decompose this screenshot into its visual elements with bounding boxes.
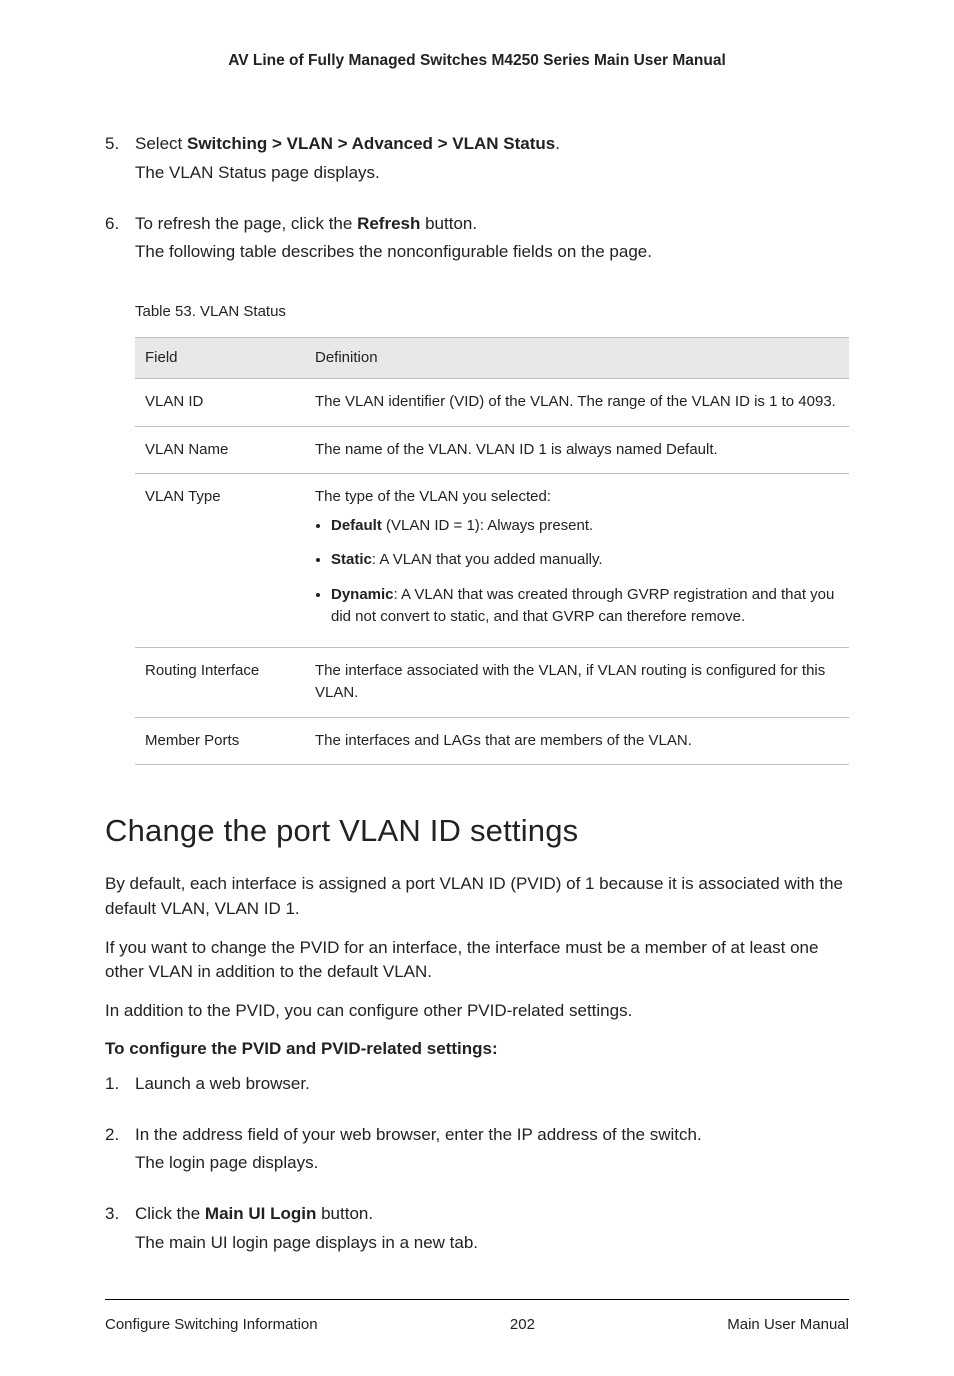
definition-cell: The name of the VLAN. VLAN ID 1 is alway…: [305, 426, 849, 474]
button-name: Main UI Login: [205, 1204, 316, 1223]
table-row: VLAN ID The VLAN identifier (VID) of the…: [135, 379, 849, 427]
definition-cell: The interface associated with the VLAN, …: [305, 647, 849, 717]
term: Default: [331, 517, 382, 534]
document-page: AV Line of Fully Managed Switches M4250 …: [0, 50, 954, 1336]
list-body: Click the Main UI Login button. The main…: [135, 1202, 849, 1255]
text: To refresh the page, click the: [135, 214, 357, 233]
text: : A VLAN that you added manually.: [372, 551, 603, 568]
list-body: To refresh the page, click the Refresh b…: [135, 212, 849, 265]
list-number: 1.: [105, 1072, 135, 1097]
text: button.: [420, 214, 477, 233]
bullet-item: Static: A VLAN that you added manually.: [331, 549, 839, 572]
definition-cell: The type of the VLAN you selected: Defau…: [305, 474, 849, 648]
text: .: [555, 134, 560, 153]
running-header: AV Line of Fully Managed Switches M4250 …: [105, 50, 849, 72]
page-footer: Configure Switching Information 202 Main…: [105, 1314, 849, 1336]
term: Static: [331, 551, 372, 568]
column-header-field: Field: [135, 337, 305, 379]
table-row: Routing Interface The interface associat…: [135, 647, 849, 717]
procedure-list: 1. Launch a web browser. 2. In the addre…: [105, 1072, 849, 1255]
bullet-item: Dynamic: A VLAN that was created through…: [331, 584, 839, 629]
table-caption: Table 53. VLAN Status: [135, 301, 849, 323]
procedure-lead-in: To configure the PVID and PVID-related s…: [105, 1037, 849, 1062]
list-item: 3. Click the Main UI Login button. The m…: [105, 1202, 849, 1255]
text: : A VLAN that was created through GVRP r…: [331, 586, 834, 626]
list-body: Launch a web browser.: [135, 1072, 849, 1097]
footer-left: Configure Switching Information: [105, 1314, 318, 1336]
field-cell: VLAN ID: [135, 379, 305, 427]
text: In the address field of your web browser…: [135, 1123, 849, 1148]
list-item: 1. Launch a web browser.: [105, 1072, 849, 1097]
table-row: Member Ports The interfaces and LAGs tha…: [135, 717, 849, 765]
field-cell: VLAN Type: [135, 474, 305, 648]
list-item: 6. To refresh the page, click the Refres…: [105, 212, 849, 265]
field-cell: VLAN Name: [135, 426, 305, 474]
footer-right: Main User Manual: [727, 1314, 849, 1336]
text: The following table describes the noncon…: [135, 240, 849, 265]
button-name: Refresh: [357, 214, 420, 233]
vlan-status-table: Field Definition VLAN ID The VLAN identi…: [135, 337, 849, 766]
list-item: 2. In the address field of your web brow…: [105, 1123, 849, 1176]
table-row: VLAN Name The name of the VLAN. VLAN ID …: [135, 426, 849, 474]
text: Click the: [135, 1204, 205, 1223]
footer-divider: [105, 1299, 849, 1300]
text: button.: [316, 1204, 373, 1223]
definition-cell: The interfaces and LAGs that are members…: [305, 717, 849, 765]
definition-cell: The VLAN identifier (VID) of the VLAN. T…: [305, 379, 849, 427]
list-number: 5.: [105, 132, 135, 185]
field-cell: Routing Interface: [135, 647, 305, 717]
table-header-row: Field Definition: [135, 337, 849, 379]
list-body: In the address field of your web browser…: [135, 1123, 849, 1176]
nav-path: Switching > VLAN > Advanced > VLAN Statu…: [187, 134, 555, 153]
text: (VLAN ID = 1): Always present.: [382, 517, 593, 534]
list-number: 2.: [105, 1123, 135, 1176]
table-row: VLAN Type The type of the VLAN you selec…: [135, 474, 849, 648]
column-header-definition: Definition: [305, 337, 849, 379]
paragraph: By default, each interface is assigned a…: [105, 872, 849, 921]
bullet-item: Default (VLAN ID = 1): Always present.: [331, 515, 839, 538]
list-item: 5. Select Switching > VLAN > Advanced > …: [105, 132, 849, 185]
text: Launch a web browser.: [135, 1072, 849, 1097]
paragraph: In addition to the PVID, you can configu…: [105, 999, 849, 1024]
page-number: 202: [510, 1314, 535, 1336]
text: The VLAN Status page displays.: [135, 161, 849, 186]
procedure-list-continued: 5. Select Switching > VLAN > Advanced > …: [105, 132, 849, 265]
list-number: 6.: [105, 212, 135, 265]
text: The login page displays.: [135, 1151, 849, 1176]
field-cell: Member Ports: [135, 717, 305, 765]
list-body: Select Switching > VLAN > Advanced > VLA…: [135, 132, 849, 185]
paragraph: If you want to change the PVID for an in…: [105, 936, 849, 985]
text: The main UI login page displays in a new…: [135, 1231, 849, 1256]
term: Dynamic: [331, 586, 394, 603]
bullet-list: Default (VLAN ID = 1): Always present. S…: [315, 515, 839, 629]
text: Select: [135, 134, 187, 153]
list-number: 3.: [105, 1202, 135, 1255]
text: The type of the VLAN you selected:: [315, 486, 839, 509]
section-heading: Change the port VLAN ID settings: [105, 809, 849, 854]
